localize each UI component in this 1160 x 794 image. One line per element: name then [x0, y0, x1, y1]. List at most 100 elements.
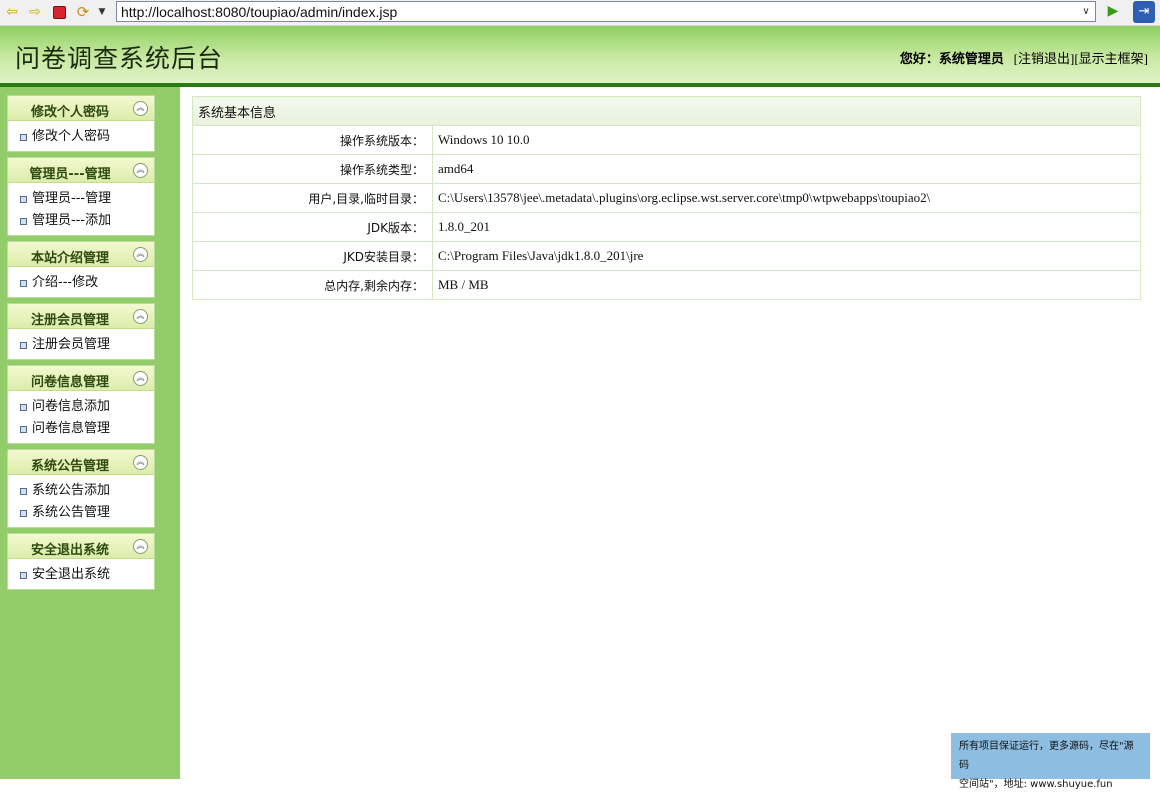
sidebar-item-admin-add[interactable]: 管理员---添加 [8, 210, 154, 232]
menu-group-header[interactable]: 问卷信息管理 ︽ [8, 366, 154, 391]
table-row: JDK版本： 1.8.0_201 [192, 212, 1141, 242]
external-open-icon[interactable]: ⇥ [1133, 1, 1155, 23]
menu-group-members: 注册会员管理 ︽ 注册会员管理 [7, 303, 155, 360]
row-value: Windows 10 10.0 [432, 125, 1141, 155]
menu-group-header[interactable]: 注册会员管理 ︽ [8, 304, 154, 329]
page-header: 问卷调查系统后台 您好：系统管理员 [注销退出][显示主框架] [0, 26, 1160, 87]
row-value: C:\Program Files\Java\jdk1.8.0_201\jre [432, 241, 1141, 271]
table-row: 操作系统版本： Windows 10 10.0 [192, 125, 1141, 155]
sidebar-item-notice-add[interactable]: 系统公告添加 [8, 480, 154, 502]
sidebar-item-label[interactable]: 修改个人密码 [32, 129, 110, 144]
menu-group-header[interactable]: 修改个人密码 ︽ [8, 96, 154, 121]
sidebar-item-label[interactable]: 管理员---添加 [32, 213, 111, 228]
sidebar-item-notice-manage[interactable]: 系统公告管理 [8, 502, 154, 524]
bullet-icon [20, 426, 27, 433]
menu-group-header[interactable]: 本站介绍管理 ︽ [8, 242, 154, 267]
collapse-chevron-icon[interactable]: ︽ [133, 309, 148, 324]
row-value: 1.8.0_201 [432, 212, 1141, 242]
collapse-chevron-icon[interactable]: ︽ [133, 101, 148, 116]
row-value: amd64 [432, 154, 1141, 184]
sidebar-item-survey-add[interactable]: 问卷信息添加 [8, 396, 154, 418]
sidebar-item-label[interactable]: 问卷信息管理 [32, 421, 110, 436]
menu-group-admin: 管理员---管理 ︽ 管理员---管理 管理员---添加 [7, 157, 155, 236]
bullet-icon [20, 134, 27, 141]
stop-icon[interactable] [50, 3, 68, 21]
sidebar-item-change-password[interactable]: 修改个人密码 [8, 126, 154, 148]
forward-arrow-icon[interactable]: ⇨ [26, 3, 44, 21]
go-play-icon[interactable]: ▶ [1104, 2, 1122, 20]
bullet-icon [20, 196, 27, 203]
logout-link[interactable]: [注销退出] [1014, 51, 1075, 66]
collapse-chevron-icon[interactable]: ︽ [133, 163, 148, 178]
row-label: 总内存,剩余内存： [192, 270, 433, 300]
menu-group-title[interactable]: 修改个人密码 [8, 101, 132, 120]
collapse-chevron-icon[interactable]: ︽ [133, 539, 148, 554]
sidebar-item-survey-manage[interactable]: 问卷信息管理 [8, 418, 154, 440]
menu-group-header[interactable]: 系统公告管理 ︽ [8, 450, 154, 475]
watermark-line-2: 空间站"，地址: www.shuyue.fun [959, 779, 1113, 790]
watermark-line-1: 所有项目保证运行，更多源码，尽在"源码 [959, 741, 1134, 771]
sidebar-item-label[interactable]: 问卷信息添加 [32, 399, 110, 414]
sidebar-item-label[interactable]: 系统公告管理 [32, 505, 110, 520]
row-label: JKD安装目录： [192, 241, 433, 271]
refresh-icon[interactable]: ⟳ [74, 3, 92, 21]
table-caption-row: 系统基本信息 [192, 96, 1141, 126]
watermark-box: 所有项目保证运行，更多源码，尽在"源码 空间站"，地址: www.shuyue.… [951, 733, 1150, 790]
menu-group-title[interactable]: 本站介绍管理 [8, 247, 132, 266]
collapse-chevron-icon[interactable]: ︽ [133, 455, 148, 470]
bullet-icon [20, 404, 27, 411]
row-label: 操作系统版本： [192, 125, 433, 155]
browser-toolbar: ⇦ ⇨ ⟳ ▼ http://localhost:8080/toupiao/ad… [0, 0, 1160, 26]
bullet-icon [20, 342, 27, 349]
menu-group-title[interactable]: 安全退出系统 [8, 539, 132, 558]
row-value: C:\Users\13578\jee\.metadata\.plugins\or… [432, 183, 1141, 213]
row-label: JDK版本： [192, 212, 433, 242]
table-row: 用户,目录,临时目录： C:\Users\13578\jee\.metadata… [192, 183, 1141, 213]
system-info-table: 系统基本信息 操作系统版本： Windows 10 10.0 操作系统类型： a… [192, 96, 1141, 300]
greeting-label: 您好： [899, 51, 939, 66]
row-value: MB / MB [432, 270, 1141, 300]
menu-group-logout: 安全退出系统 ︽ 安全退出系统 [7, 533, 155, 590]
show-frame-link[interactable]: [显示主框架] [1074, 51, 1148, 66]
sidebar-item-label[interactable]: 系统公告添加 [32, 483, 110, 498]
table-row: 总内存,剩余内存： MB / MB [192, 270, 1141, 300]
username: 系统管理员 [938, 51, 1004, 66]
sidebar-item-label[interactable]: 介绍---修改 [32, 275, 98, 290]
dropdown-arrow-icon[interactable]: ▼ [96, 3, 108, 21]
url-bar[interactable]: http://localhost:8080/toupiao/admin/inde… [116, 1, 1096, 22]
sidebar-item-label[interactable]: 安全退出系统 [32, 567, 110, 582]
sidebar: 修改个人密码 ︽ 修改个人密码 管理员---管理 ︽ 管理员---管理 管理员-… [0, 87, 180, 779]
collapse-chevron-icon[interactable]: ︽ [133, 247, 148, 262]
menu-group-title[interactable]: 管理员---管理 [8, 163, 132, 182]
menu-group-title[interactable]: 问卷信息管理 [8, 371, 132, 390]
collapse-chevron-icon[interactable]: ︽ [133, 371, 148, 386]
table-caption: 系统基本信息 [192, 96, 1141, 126]
menu-group-title[interactable]: 注册会员管理 [8, 309, 132, 328]
sidebar-item-label[interactable]: 注册会员管理 [32, 337, 110, 352]
table-row: 操作系统类型： amd64 [192, 154, 1141, 184]
bullet-icon [20, 280, 27, 287]
site-title: 问卷调查系统后台 [15, 44, 224, 73]
menu-group-notice: 系统公告管理 ︽ 系统公告添加 系统公告管理 [7, 449, 155, 528]
sidebar-item-intro-edit[interactable]: 介绍---修改 [8, 272, 154, 294]
url-text[interactable]: http://localhost:8080/toupiao/admin/inde… [121, 4, 397, 20]
menu-group-password: 修改个人密码 ︽ 修改个人密码 [7, 95, 155, 152]
main-content: 系统基本信息 操作系统版本： Windows 10 10.0 操作系统类型： a… [180, 87, 1160, 779]
sidebar-item-admin-manage[interactable]: 管理员---管理 [8, 188, 154, 210]
menu-group-survey: 问卷信息管理 ︽ 问卷信息添加 问卷信息管理 [7, 365, 155, 444]
bullet-icon [20, 510, 27, 517]
menu-group-header[interactable]: 安全退出系统 ︽ [8, 534, 154, 559]
user-info: 您好：系统管理员 [注销退出][显示主框架] [900, 48, 1148, 67]
sidebar-item-members-manage[interactable]: 注册会员管理 [8, 334, 154, 356]
menu-group-intro: 本站介绍管理 ︽ 介绍---修改 [7, 241, 155, 298]
row-label: 用户,目录,临时目录： [192, 183, 433, 213]
bullet-icon [20, 488, 27, 495]
chevron-down-icon[interactable]: ∨ [1077, 2, 1095, 21]
back-arrow-icon[interactable]: ⇦ [3, 3, 21, 21]
bullet-icon [20, 572, 27, 579]
menu-group-title[interactable]: 系统公告管理 [8, 455, 132, 474]
sidebar-item-safe-logout[interactable]: 安全退出系统 [8, 564, 154, 586]
table-row: JKD安装目录： C:\Program Files\Java\jdk1.8.0_… [192, 241, 1141, 271]
menu-group-header[interactable]: 管理员---管理 ︽ [8, 158, 154, 183]
sidebar-item-label[interactable]: 管理员---管理 [32, 191, 111, 206]
